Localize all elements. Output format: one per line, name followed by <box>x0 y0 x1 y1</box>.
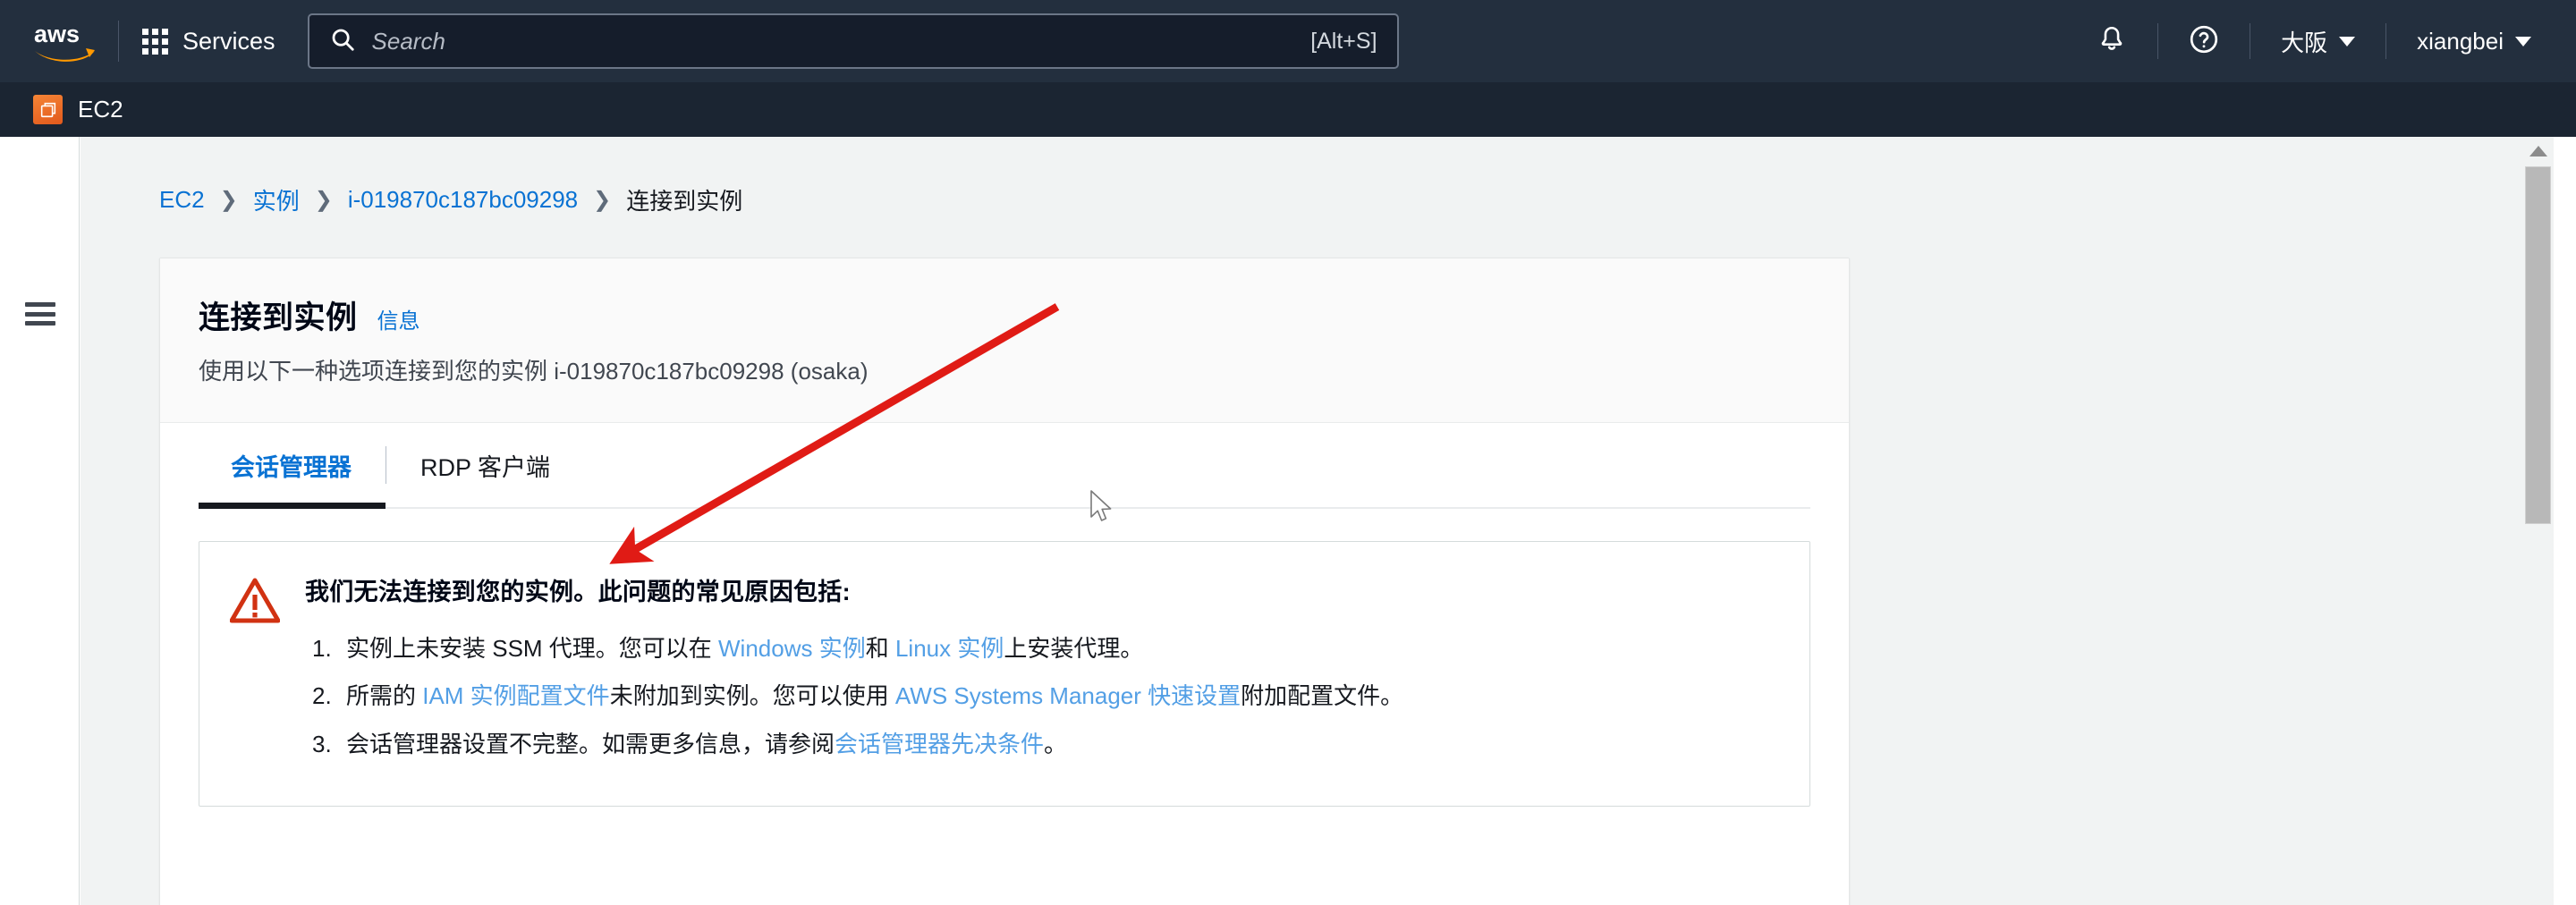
global-search-box[interactable]: Search [Alt+S] <box>307 13 1399 69</box>
alert-item-2-text-a: 所需的 <box>346 682 423 710</box>
alert-item-1-text-a: 实例上未安装 SSM 代理。您可以在 <box>346 635 719 662</box>
hamburger-icon[interactable] <box>25 302 55 326</box>
list-item: 所需的 IAM 实例配置文件未附加到实例。您可以使用 AWS Systems M… <box>305 672 1774 720</box>
alert-item-2-text-b: 未附加到实例。您可以使用 <box>609 682 895 710</box>
ec2-service-label: EC2 <box>78 96 123 123</box>
search-input[interactable]: Search <box>372 28 1311 55</box>
panel-header: 连接到实例 信息 使用以下一种选项连接到您的实例 i-019870c187bc0… <box>160 258 1849 423</box>
region-selector[interactable]: 大阪 <box>2267 25 2369 58</box>
link-windows-instance[interactable]: Windows 实例 <box>718 635 866 662</box>
nav-divider <box>118 21 119 62</box>
connection-error-alert: 我们无法连接到您的实例。此问题的常见原因包括: 实例上未安装 SSM 代理。您可… <box>199 541 1810 807</box>
question-circle-icon <box>2188 23 2220 60</box>
list-item: 实例上未安装 SSM 代理。您可以在 Windows 实例和 Linux 实例上… <box>305 625 1774 672</box>
info-link[interactable]: 信息 <box>377 303 420 334</box>
scrollbar-thumb[interactable] <box>2525 166 2551 524</box>
breadcrumb-item-instances[interactable]: 实例 <box>253 183 300 216</box>
grid-icon <box>142 28 168 55</box>
alert-body: 我们无法连接到您的实例。此问题的常见原因包括: 实例上未安装 SSM 代理。您可… <box>305 572 1774 768</box>
main-content-area: EC2 ❯ 实例 ❯ i-019870c187bc09298 ❯ 连接到实例 连… <box>80 137 2554 905</box>
breadcrumb-separator-icon: ❯ <box>219 188 238 212</box>
tabs-area: 会话管理器 RDP 客户端 <box>160 423 1849 509</box>
nav-separator <box>2157 23 2159 59</box>
tab-rdp-client[interactable]: RDP 客户端 <box>386 423 584 507</box>
left-sidebar <box>0 137 80 905</box>
tab-session-manager[interactable]: 会话管理器 <box>199 423 386 509</box>
breadcrumb-item-ec2[interactable]: EC2 <box>159 186 205 214</box>
notifications-button[interactable] <box>2082 12 2141 71</box>
nav-right-group: 大阪 xiangbei <box>2082 0 2576 82</box>
warning-triangle-icon <box>229 572 281 768</box>
svg-text:aws: aws <box>34 21 80 47</box>
panel-subtitle: 使用以下一种选项连接到您的实例 i-019870c187bc09298 (osa… <box>199 358 869 385</box>
panel-title-row: 连接到实例 信息 <box>199 292 1810 338</box>
page-title: 连接到实例 <box>199 300 358 335</box>
ec2-icon <box>33 95 63 124</box>
top-navigation-bar: aws Services Search [Alt+S] 大阪 xiangbei <box>0 0 2576 82</box>
account-label: xiangbei <box>2417 27 2504 55</box>
bell-icon <box>2097 24 2127 59</box>
nav-separator <box>2385 23 2387 59</box>
chevron-down-icon <box>2515 36 2531 47</box>
breadcrumb-item-current: 连接到实例 <box>626 188 743 215</box>
services-menu-label: Services <box>182 27 275 55</box>
breadcrumb-item-instance-id[interactable]: i-019870c187bc09298 <box>348 186 578 214</box>
alert-item-1-text-c: 上安装代理。 <box>1004 635 1144 662</box>
alert-wrapper: 我们无法连接到您的实例。此问题的常见原因包括: 实例上未安装 SSM 代理。您可… <box>160 509 1849 848</box>
service-subbar: EC2 <box>0 82 2576 137</box>
breadcrumb-separator-icon: ❯ <box>593 188 612 212</box>
alert-reason-list: 实例上未安装 SSM 代理。您可以在 Windows 实例和 Linux 实例上… <box>305 625 1774 768</box>
chevron-up-icon[interactable] <box>2529 146 2547 156</box>
link-session-manager-prerequisites[interactable]: 会话管理器先决条件 <box>835 731 1044 757</box>
ec2-service-link[interactable]: EC2 <box>33 95 123 124</box>
aws-logo[interactable]: aws <box>32 19 98 63</box>
link-iam-instance-profile[interactable]: IAM 实例配置文件 <box>422 682 609 709</box>
list-item: 会话管理器设置不完整。如需更多信息，请参阅会话管理器先决条件。 <box>305 721 1774 768</box>
alert-item-1-text-b: 和 <box>865 635 895 662</box>
help-button[interactable] <box>2174 12 2233 71</box>
link-linux-instance[interactable]: Linux 实例 <box>895 635 1004 662</box>
account-menu[interactable]: xiangbei <box>2402 28 2546 55</box>
tab-list: 会话管理器 RDP 客户端 <box>199 423 1810 509</box>
services-menu-button[interactable]: Services <box>139 22 279 61</box>
alert-item-3-text-b: 。 <box>1044 730 1068 757</box>
breadcrumb: EC2 ❯ 实例 ❯ i-019870c187bc09298 ❯ 连接到实例 <box>159 183 742 216</box>
alert-item-3-text-a: 会话管理器设置不完整。如需更多信息，请参阅 <box>346 730 835 757</box>
search-shortcut-hint: [Alt+S] <box>1310 28 1377 54</box>
vertical-scrollbar[interactable] <box>2522 137 2554 905</box>
region-label: 大阪 <box>2281 29 2328 56</box>
link-aws-systems-manager-quick-setup[interactable]: AWS Systems Manager 快速设置 <box>895 682 1241 709</box>
tab-session-manager-label: 会话管理器 <box>231 453 352 481</box>
breadcrumb-separator-icon: ❯ <box>314 188 333 212</box>
search-icon <box>329 26 356 57</box>
alert-item-2-text-c: 附加配置文件。 <box>1241 682 1404 710</box>
connect-to-instance-panel: 连接到实例 信息 使用以下一种选项连接到您的实例 i-019870c187bc0… <box>159 258 1850 905</box>
chevron-down-icon <box>2339 36 2356 47</box>
tab-rdp-client-label: RDP 客户端 <box>420 453 551 481</box>
alert-title: 我们无法连接到您的实例。此问题的常见原因包括: <box>305 579 851 605</box>
